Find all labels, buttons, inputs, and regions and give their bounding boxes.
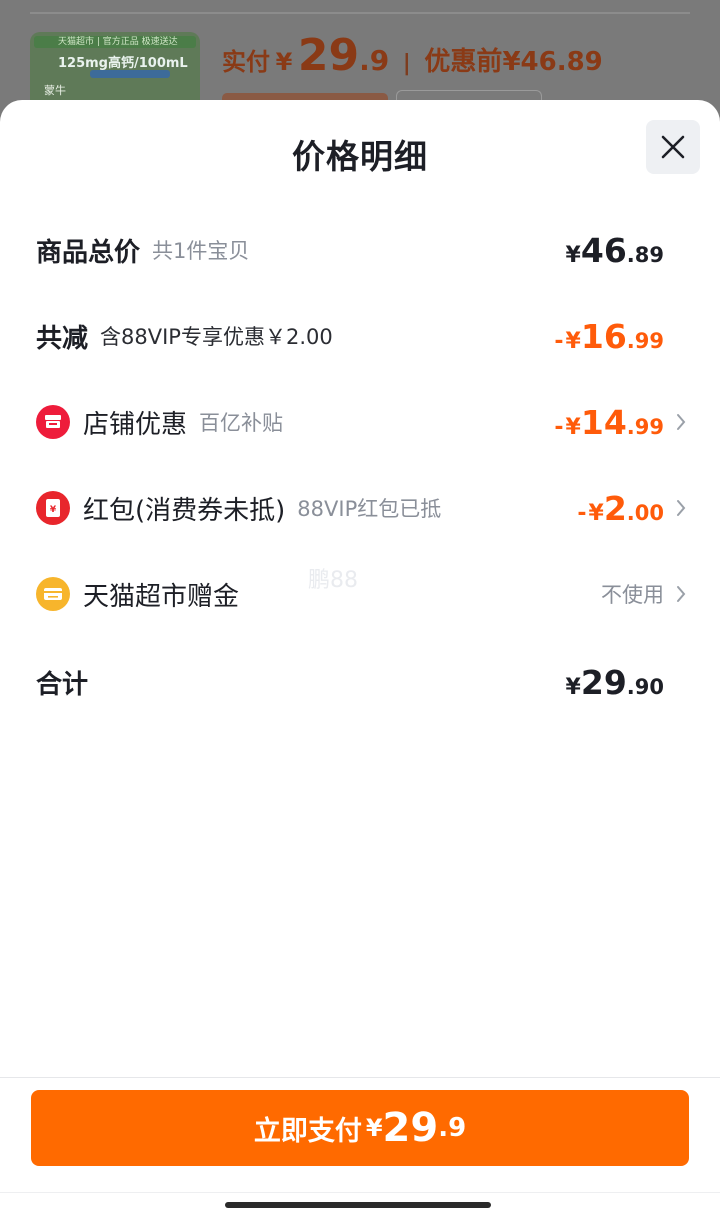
- goods-total-count: 共1件宝贝: [152, 239, 250, 263]
- sum-currency: ¥: [565, 674, 581, 700]
- shop-discount-label: 店铺优惠: [83, 409, 188, 440]
- total-discount-int: 16: [580, 316, 627, 356]
- shop-discount-currency: ¥: [565, 414, 581, 440]
- red-packet-minus: -: [577, 500, 587, 526]
- product-thumb-banner: 天猫超市 | 官方正品 极速送达: [34, 36, 196, 48]
- goods-total-currency: ¥: [565, 242, 581, 268]
- goods-total-label: 商品总价: [36, 237, 141, 268]
- sheet-title: 价格明细: [292, 137, 428, 176]
- total-discount-dec: .99: [626, 328, 664, 353]
- store-icon: [36, 405, 70, 439]
- shop-discount-dec: .99: [626, 414, 664, 439]
- product-thumb-tags: [90, 70, 170, 78]
- chevron-right-icon: [664, 585, 686, 603]
- pay-now-button[interactable]: 立即支付 ¥29.9: [31, 1090, 689, 1166]
- sum-dec: .90: [626, 674, 664, 699]
- row-sum: 合计 ¥29.90: [36, 652, 686, 712]
- shop-discount-amount: -¥14.99: [554, 403, 664, 442]
- paid-label: 实付: [222, 48, 270, 76]
- goods-total-dec: .89: [626, 242, 664, 267]
- red-packet-amount: -¥2.00: [577, 489, 664, 528]
- product-thumb-brand: 蒙牛: [44, 84, 66, 97]
- product-thumb-headline: 125mg高钙/100mL: [58, 56, 188, 71]
- goods-total-int: 46: [580, 230, 627, 270]
- red-packet-dec: .00: [626, 500, 664, 525]
- close-icon: [661, 135, 685, 159]
- sum-int: 29: [580, 662, 627, 702]
- chevron-right-icon: [664, 413, 686, 431]
- total-discount-minus: -: [554, 328, 564, 354]
- pay-now-currency: ¥: [365, 1114, 383, 1142]
- total-discount-label: 共减: [36, 323, 89, 354]
- paid-dec: .9: [359, 44, 390, 77]
- sum-label: 合计: [36, 669, 89, 700]
- svg-text:¥: ¥: [50, 505, 57, 515]
- watermark: 鹏88: [308, 568, 358, 593]
- row-gift-balance[interactable]: 天猫超市赠金 不使用: [36, 564, 686, 624]
- goods-total-amount: ¥46.89: [566, 231, 664, 270]
- footer-divider: [0, 1077, 720, 1078]
- gift-balance-label: 天猫超市赠金: [83, 581, 240, 612]
- original-label: 优惠前: [424, 47, 503, 77]
- background-price-bar: 实付 ¥ 29.9 | 优惠前¥46.89: [222, 30, 603, 81]
- total-discount-note: 含88VIP专享优惠￥2.00: [100, 325, 333, 349]
- original-price: ¥46.89: [502, 47, 603, 77]
- gift-balance-value: 不使用: [601, 583, 664, 607]
- row-shop-discount[interactable]: 店铺优惠 百亿补贴 -¥14.99: [36, 392, 686, 452]
- sum-amount: ¥29.90: [566, 663, 664, 702]
- red-packet-note: 88VIP红包已抵: [297, 497, 442, 521]
- gift-card-icon: [36, 577, 70, 611]
- red-packet-label: 红包(消费券未抵): [83, 495, 286, 526]
- row-total-discount: 共减 含88VIP专享优惠￥2.00 -¥16.99: [36, 306, 686, 366]
- shop-discount-tag: 百亿补贴: [199, 411, 284, 435]
- footer-divider-bottom: [0, 1192, 720, 1193]
- row-red-packet[interactable]: ¥ 红包(消费券未抵) 88VIP红包已抵 -¥2.00: [36, 478, 686, 538]
- red-packet-icon: ¥: [36, 491, 70, 525]
- price-detail-sheet: 价格明细 商品总价 共1件宝贝 ¥46.89 共减 含88VIP专享优惠￥2.0…: [0, 100, 720, 1221]
- shop-discount-int: 14: [580, 402, 627, 442]
- chevron-right-icon: [664, 499, 686, 517]
- background-divider: [30, 12, 690, 14]
- row-goods-total: 商品总价 共1件宝贝 ¥46.89: [36, 220, 686, 280]
- home-indicator[interactable]: [225, 1202, 491, 1208]
- red-packet-currency: ¥: [588, 500, 604, 526]
- pay-now-dec: .9: [438, 1113, 467, 1143]
- close-button[interactable]: [646, 120, 700, 174]
- shop-discount-minus: -: [554, 414, 564, 440]
- pay-now-label: 立即支付: [253, 1115, 362, 1147]
- paid-currency: ¥: [275, 48, 293, 76]
- total-discount-amount: -¥16.99: [554, 317, 664, 356]
- pay-now-int: 29: [382, 1105, 439, 1151]
- paid-int: 29: [297, 30, 360, 81]
- total-discount-currency: ¥: [565, 328, 581, 354]
- red-packet-int: 2: [603, 488, 627, 528]
- price-separator: |: [402, 51, 411, 76]
